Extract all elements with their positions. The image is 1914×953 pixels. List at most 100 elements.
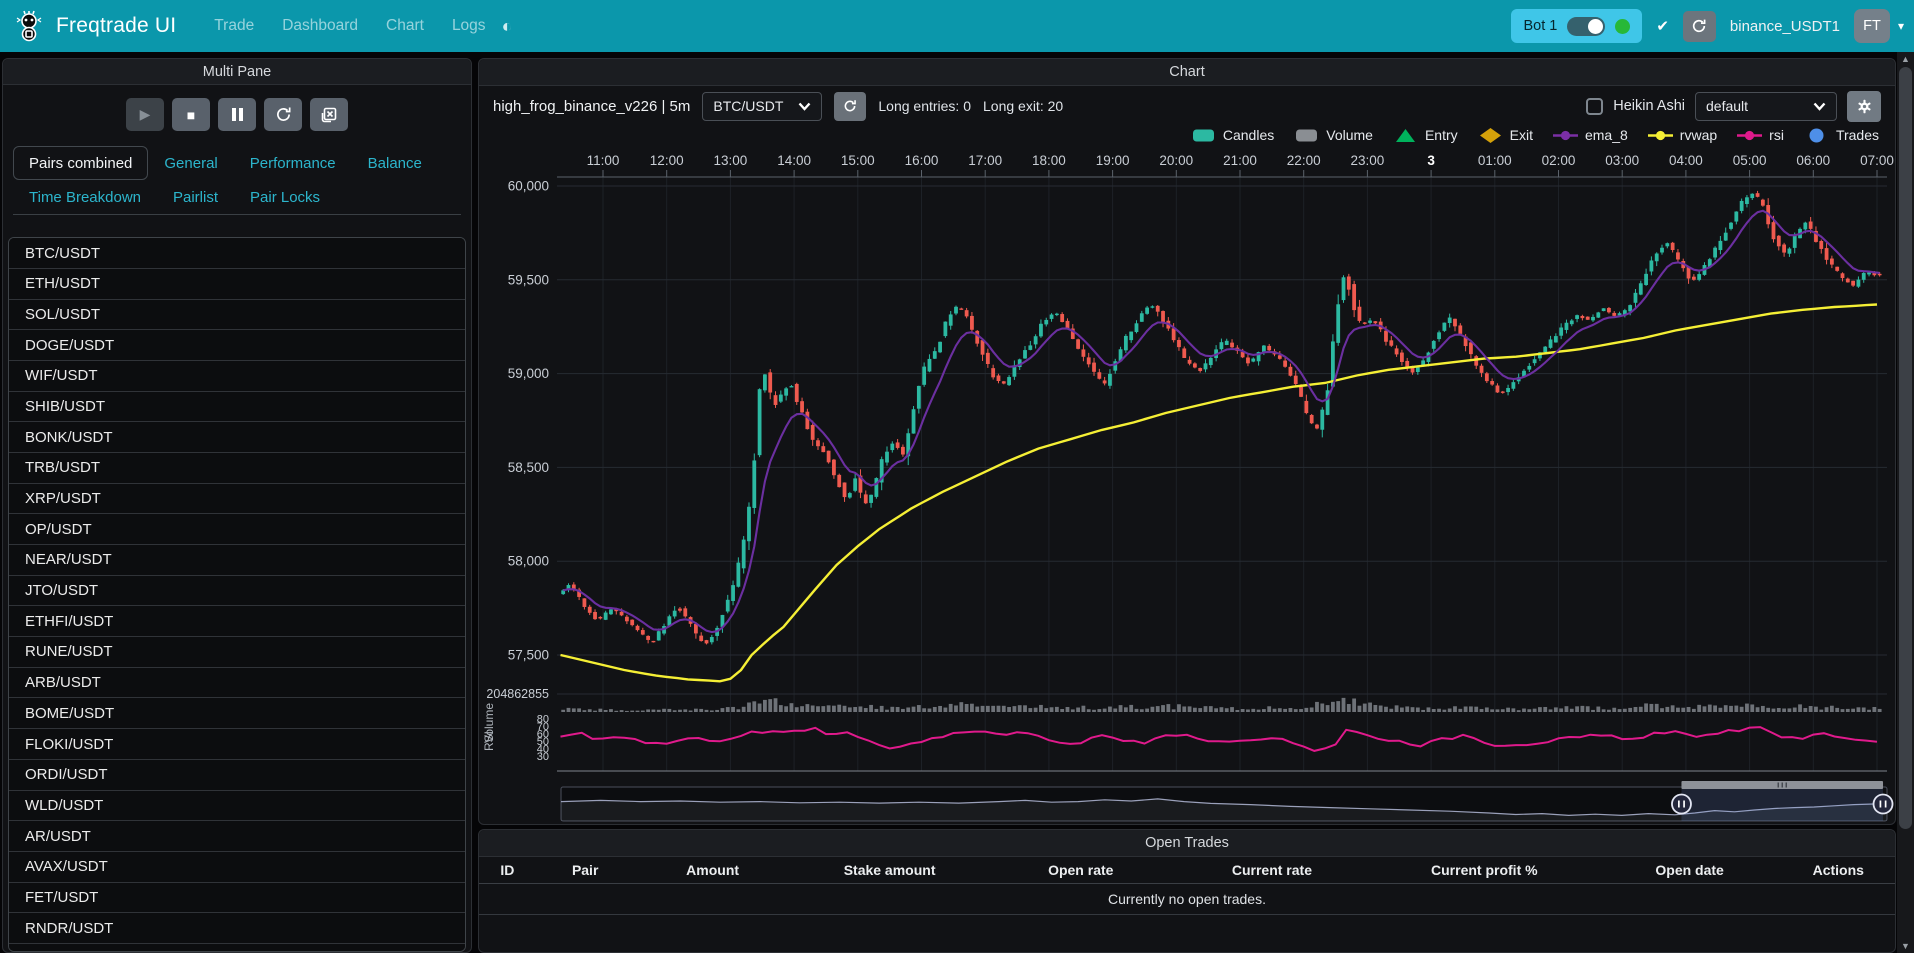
global-refresh-button[interactable] <box>1683 11 1716 42</box>
avatar[interactable]: FT <box>1854 9 1890 43</box>
pair-list-item[interactable]: BONK/USDT <box>9 422 465 453</box>
svg-text:15:00: 15:00 <box>841 153 875 168</box>
svg-text:30: 30 <box>537 751 549 763</box>
clear-chart-button[interactable] <box>310 98 348 131</box>
navigator-selected-window[interactable] <box>1681 787 1883 821</box>
pair-list-item[interactable]: RNDR/USDT <box>9 913 465 944</box>
scroll-down-arrow[interactable]: ▼ <box>1897 939 1914 953</box>
pair-list-item[interactable]: BOME/USDT <box>9 698 465 729</box>
pair-list-item[interactable]: BTC/USDT <box>9 238 465 269</box>
theme-toggle-icon[interactable]: ◐ <box>502 16 513 37</box>
bot-selector[interactable]: Bot 1 <box>1511 9 1642 43</box>
nav-link[interactable]: Logs <box>440 9 498 43</box>
tab[interactable]: General <box>148 146 233 180</box>
tab[interactable]: Pairlist <box>157 180 234 214</box>
legend-item-trades[interactable]: Trades <box>1804 127 1879 144</box>
pair-list-item[interactable]: ETHFI/USDT <box>9 606 465 637</box>
legend-item-rvwap[interactable]: rvwap <box>1648 127 1717 144</box>
pair-list-item[interactable]: ORDI/USDT <box>9 760 465 791</box>
column-header: Current profit % <box>1371 862 1598 878</box>
pair-list-item[interactable]: ARB/USDT <box>9 668 465 699</box>
svg-text:03:00: 03:00 <box>1605 153 1639 168</box>
tab[interactable]: Balance <box>352 146 438 180</box>
plot-config-select[interactable]: default <box>1695 92 1837 121</box>
navigator-right-handle[interactable] <box>1874 795 1893 814</box>
legend-entry-marker <box>1393 127 1418 144</box>
stop-button[interactable]: ■ <box>172 98 210 131</box>
chart-refresh-button[interactable] <box>834 92 866 121</box>
legend-item-volume[interactable]: Volume <box>1294 127 1373 144</box>
tab[interactable]: Time Breakdown <box>13 180 157 214</box>
pair-list-item[interactable]: SHIB/USDT <box>9 392 465 423</box>
plot-settings-button[interactable] <box>1847 91 1881 122</box>
svg-text:06:00: 06:00 <box>1796 153 1830 168</box>
nav-link[interactable]: Dashboard <box>270 9 370 43</box>
column-header: Current rate <box>1173 862 1371 878</box>
nav-link[interactable]: Chart <box>374 9 436 43</box>
pair-list-item[interactable]: WIF/USDT <box>9 361 465 392</box>
page-body: Multi Pane ▶ ■ Pairs combinedGeneral <box>0 52 1897 953</box>
reload-config-button[interactable] <box>264 98 302 131</box>
column-header: Actions <box>1782 862 1895 878</box>
chart-panel: Chart high_frog_binance_v226 | 5m BTC/US… <box>478 58 1896 825</box>
refresh-icon <box>1691 18 1707 34</box>
pair-list-item[interactable]: JTO/USDT <box>9 576 465 607</box>
pair-select[interactable]: BTC/USDT <box>702 92 822 121</box>
heikin-ashi-checkbox[interactable] <box>1586 98 1603 115</box>
svg-text:22:00: 22:00 <box>1287 153 1321 168</box>
bot-toggle[interactable] <box>1567 17 1605 36</box>
navigator-left-handle[interactable] <box>1672 795 1691 814</box>
nav-link[interactable]: Trade <box>202 9 266 43</box>
scroll-up-arrow[interactable]: ▲ <box>1897 52 1914 66</box>
pair-list-item[interactable]: DOGE/USDT <box>9 330 465 361</box>
tab[interactable]: Pair Locks <box>234 180 336 214</box>
pair-list-item[interactable]: AVAX/USDT <box>9 852 465 883</box>
pair-list-item[interactable]: DOT/USDT <box>9 944 465 952</box>
confirm-check-icon[interactable]: ✔ <box>1656 17 1669 35</box>
pair-list-item[interactable]: AR/USDT <box>9 821 465 852</box>
svg-text:17:00: 17:00 <box>968 153 1002 168</box>
legend-item-candles[interactable]: Candles <box>1191 127 1274 144</box>
pair-list-item[interactable]: WLD/USDT <box>9 791 465 822</box>
svg-text:59,500: 59,500 <box>508 272 549 287</box>
pair-list-item[interactable]: ETH/USDT <box>9 269 465 300</box>
pair-list-item[interactable]: NEAR/USDT <box>9 545 465 576</box>
legend-rsi-marker <box>1737 127 1762 144</box>
freqtrade-robot-logo <box>14 10 44 42</box>
bot-online-dot <box>1615 19 1630 34</box>
legend-item-rsi[interactable]: rsi <box>1737 127 1784 144</box>
pair-list-item[interactable]: TRB/USDT <box>9 453 465 484</box>
legend-item-exit[interactable]: Exit <box>1478 127 1533 144</box>
legend-item-ema_8[interactable]: ema_8 <box>1553 127 1628 144</box>
play-button[interactable]: ▶ <box>126 98 164 131</box>
svg-text:58,500: 58,500 <box>508 460 549 475</box>
column-header: ID <box>479 862 536 878</box>
svg-text:05:00: 05:00 <box>1733 153 1767 168</box>
brand-wrap: Freqtrade UI <box>14 10 176 42</box>
chart-erase-icon <box>320 106 338 124</box>
legend-candles-marker <box>1191 127 1216 144</box>
gear-icon <box>1857 99 1872 114</box>
pair-list-item[interactable]: XRP/USDT <box>9 484 465 515</box>
pair-list-item[interactable]: FLOKI/USDT <box>9 729 465 760</box>
pause-button[interactable] <box>218 98 256 131</box>
pair-list-item[interactable]: OP/USDT <box>9 514 465 545</box>
scrollbar-thumb[interactable] <box>1899 67 1912 829</box>
pair-list-item[interactable]: RUNE/USDT <box>9 637 465 668</box>
pair-list-item[interactable]: SOL/USDT <box>9 300 465 331</box>
bot-name: Bot 1 <box>1523 18 1557 34</box>
page-scrollbar[interactable]: ▲ ▼ <box>1897 52 1914 953</box>
svg-text:204862855: 204862855 <box>486 687 549 701</box>
svg-text:11:00: 11:00 <box>587 153 620 168</box>
column-header: Open rate <box>989 862 1173 878</box>
bot-control-buttons: ▶ ■ <box>3 98 471 131</box>
column-header: Amount <box>635 862 791 878</box>
tab[interactable]: Performance <box>234 146 352 180</box>
svg-text:18:00: 18:00 <box>1032 153 1066 168</box>
tab[interactable]: Pairs combined <box>13 146 148 180</box>
svg-text:04:00: 04:00 <box>1669 153 1703 168</box>
heikin-ashi-label: Heikin Ashi <box>1613 98 1685 114</box>
chevron-down-icon[interactable]: ▾ <box>1898 19 1904 33</box>
legend-item-entry[interactable]: Entry <box>1393 127 1458 144</box>
pair-list-item[interactable]: FET/USDT <box>9 883 465 914</box>
